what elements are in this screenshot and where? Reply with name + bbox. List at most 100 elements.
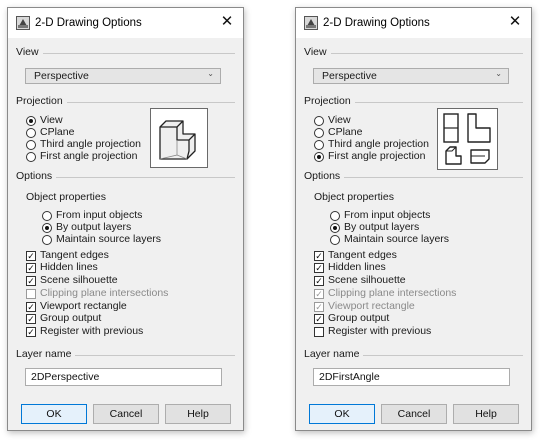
ok-button[interactable]: OK bbox=[309, 404, 375, 424]
dialog-title: 2-D Drawing Options bbox=[323, 17, 430, 29]
checkbox-label: Viewport rectangle bbox=[40, 300, 127, 312]
radio-label: Maintain source layers bbox=[56, 233, 162, 245]
radio-button[interactable] bbox=[42, 235, 52, 245]
view-section: View bbox=[304, 46, 523, 60]
view-section-label: View bbox=[16, 46, 43, 58]
checkbox[interactable]: ✓ bbox=[26, 276, 36, 286]
radio-label: By output layers bbox=[344, 221, 420, 233]
close-icon[interactable]: ✕ bbox=[218, 12, 236, 32]
layer-name-section: Layer name bbox=[304, 348, 523, 362]
checkbox[interactable]: ✓ bbox=[26, 327, 36, 337]
layer-name-input[interactable] bbox=[313, 368, 510, 386]
radio-button[interactable] bbox=[314, 140, 324, 150]
help-button[interactable]: Help bbox=[165, 404, 231, 424]
checkbox[interactable]: ✓ bbox=[26, 263, 36, 273]
radio-button[interactable] bbox=[42, 211, 52, 221]
options-section: Options bbox=[304, 170, 523, 184]
section-divider bbox=[304, 53, 523, 54]
options-section-label: Options bbox=[16, 170, 57, 182]
options-section-label: Options bbox=[304, 170, 345, 182]
view-dropdown[interactable]: Perspective ⌄ bbox=[25, 68, 221, 84]
layer-name-input[interactable] bbox=[25, 368, 222, 386]
checkbox[interactable]: ✓ bbox=[314, 276, 324, 286]
first-angle-views-icon bbox=[443, 113, 491, 165]
view-dropdown-value: Perspective bbox=[34, 70, 89, 82]
radio-button[interactable] bbox=[26, 128, 36, 138]
view-dropdown-value: Perspective bbox=[322, 70, 377, 82]
checkbox-label: Group output bbox=[328, 312, 390, 324]
projection-section: Projection bbox=[16, 95, 235, 109]
radio-button[interactable] bbox=[26, 152, 36, 162]
checkbox[interactable] bbox=[314, 327, 324, 337]
ok-button[interactable]: OK bbox=[21, 404, 87, 424]
radio-label: First angle projection bbox=[328, 150, 426, 162]
checkbox-label: Register with previous bbox=[328, 325, 432, 337]
checkbox[interactable]: ✓ bbox=[26, 251, 36, 261]
projection-section-label: Projection bbox=[304, 95, 355, 107]
layer-name-section-label: Layer name bbox=[304, 348, 364, 360]
dialog-title: 2-D Drawing Options bbox=[35, 17, 142, 29]
checkbox[interactable]: ✓ bbox=[314, 263, 324, 273]
drawing-options-dialog-perspective: 2-D Drawing Options ✕ View Perspective ⌄… bbox=[7, 7, 244, 431]
radio-label: Third angle projection bbox=[328, 138, 429, 150]
radio-label: View bbox=[328, 114, 351, 126]
drawing-options-dialog-first-angle: 2-D Drawing Options ✕ View Perspective ⌄… bbox=[295, 7, 532, 431]
app-icon bbox=[16, 16, 30, 30]
layer-name-section: Layer name bbox=[16, 348, 235, 362]
section-divider bbox=[16, 53, 235, 54]
checkbox-label: Scene silhouette bbox=[40, 274, 118, 286]
checkbox bbox=[26, 289, 36, 299]
checkbox-label: Scene silhouette bbox=[328, 274, 406, 286]
radio-label: CPlane bbox=[40, 126, 75, 138]
radio-button[interactable] bbox=[314, 128, 324, 138]
checkbox[interactable]: ✓ bbox=[314, 314, 324, 324]
radio-button[interactable] bbox=[26, 116, 36, 126]
view-dropdown[interactable]: Perspective ⌄ bbox=[313, 68, 509, 84]
checkbox: ✓ bbox=[314, 289, 324, 299]
radio-button[interactable] bbox=[330, 235, 340, 245]
checkbox-label: Group output bbox=[40, 312, 102, 324]
help-button[interactable]: Help bbox=[453, 404, 519, 424]
checkbox: ✓ bbox=[314, 302, 324, 312]
first-angle-preview-image bbox=[437, 108, 498, 170]
radio-label: First angle projection bbox=[40, 150, 138, 162]
view-section: View bbox=[16, 46, 235, 60]
app-icon bbox=[304, 16, 318, 30]
radio-button[interactable] bbox=[26, 140, 36, 150]
checkbox[interactable]: ✓ bbox=[314, 251, 324, 261]
checkbox[interactable]: ✓ bbox=[26, 302, 36, 312]
close-icon[interactable]: ✕ bbox=[506, 12, 524, 32]
radio-label: By output layers bbox=[56, 221, 132, 233]
radio-label: Third angle projection bbox=[40, 138, 141, 150]
checkbox-label: Register with previous bbox=[40, 325, 144, 337]
checkbox-label: Hidden lines bbox=[40, 261, 98, 273]
perspective-preview-image bbox=[150, 108, 208, 168]
radio-button[interactable] bbox=[330, 223, 340, 233]
radio-button[interactable] bbox=[314, 116, 324, 126]
radio-button[interactable] bbox=[330, 211, 340, 221]
radio-label: View bbox=[40, 114, 63, 126]
checkbox-label: Clipping plane intersections bbox=[40, 287, 169, 299]
title-bar: 2-D Drawing Options ✕ bbox=[296, 8, 531, 38]
radio-label: Maintain source layers bbox=[344, 233, 450, 245]
checkbox[interactable]: ✓ bbox=[26, 314, 36, 324]
checkbox-label: Hidden lines bbox=[328, 261, 386, 273]
options-section: Options bbox=[16, 170, 235, 184]
radio-label: From input objects bbox=[56, 209, 143, 221]
view-section-label: View bbox=[304, 46, 331, 58]
perspective-block-icon bbox=[159, 120, 196, 160]
projection-section: Projection bbox=[304, 95, 523, 109]
radio-label: CPlane bbox=[328, 126, 363, 138]
object-properties-label: Object properties bbox=[314, 191, 394, 203]
checkbox-label: Tangent edges bbox=[40, 249, 109, 261]
cancel-button[interactable]: Cancel bbox=[93, 404, 159, 424]
projection-section-label: Projection bbox=[16, 95, 67, 107]
chevron-down-icon: ⌄ bbox=[495, 69, 502, 78]
radio-button[interactable] bbox=[314, 152, 324, 162]
checkbox-label: Tangent edges bbox=[328, 249, 397, 261]
checkbox-label: Viewport rectangle bbox=[328, 300, 415, 312]
chevron-down-icon: ⌄ bbox=[207, 69, 214, 78]
radio-button[interactable] bbox=[42, 223, 52, 233]
object-properties-label: Object properties bbox=[26, 191, 106, 203]
cancel-button[interactable]: Cancel bbox=[381, 404, 447, 424]
